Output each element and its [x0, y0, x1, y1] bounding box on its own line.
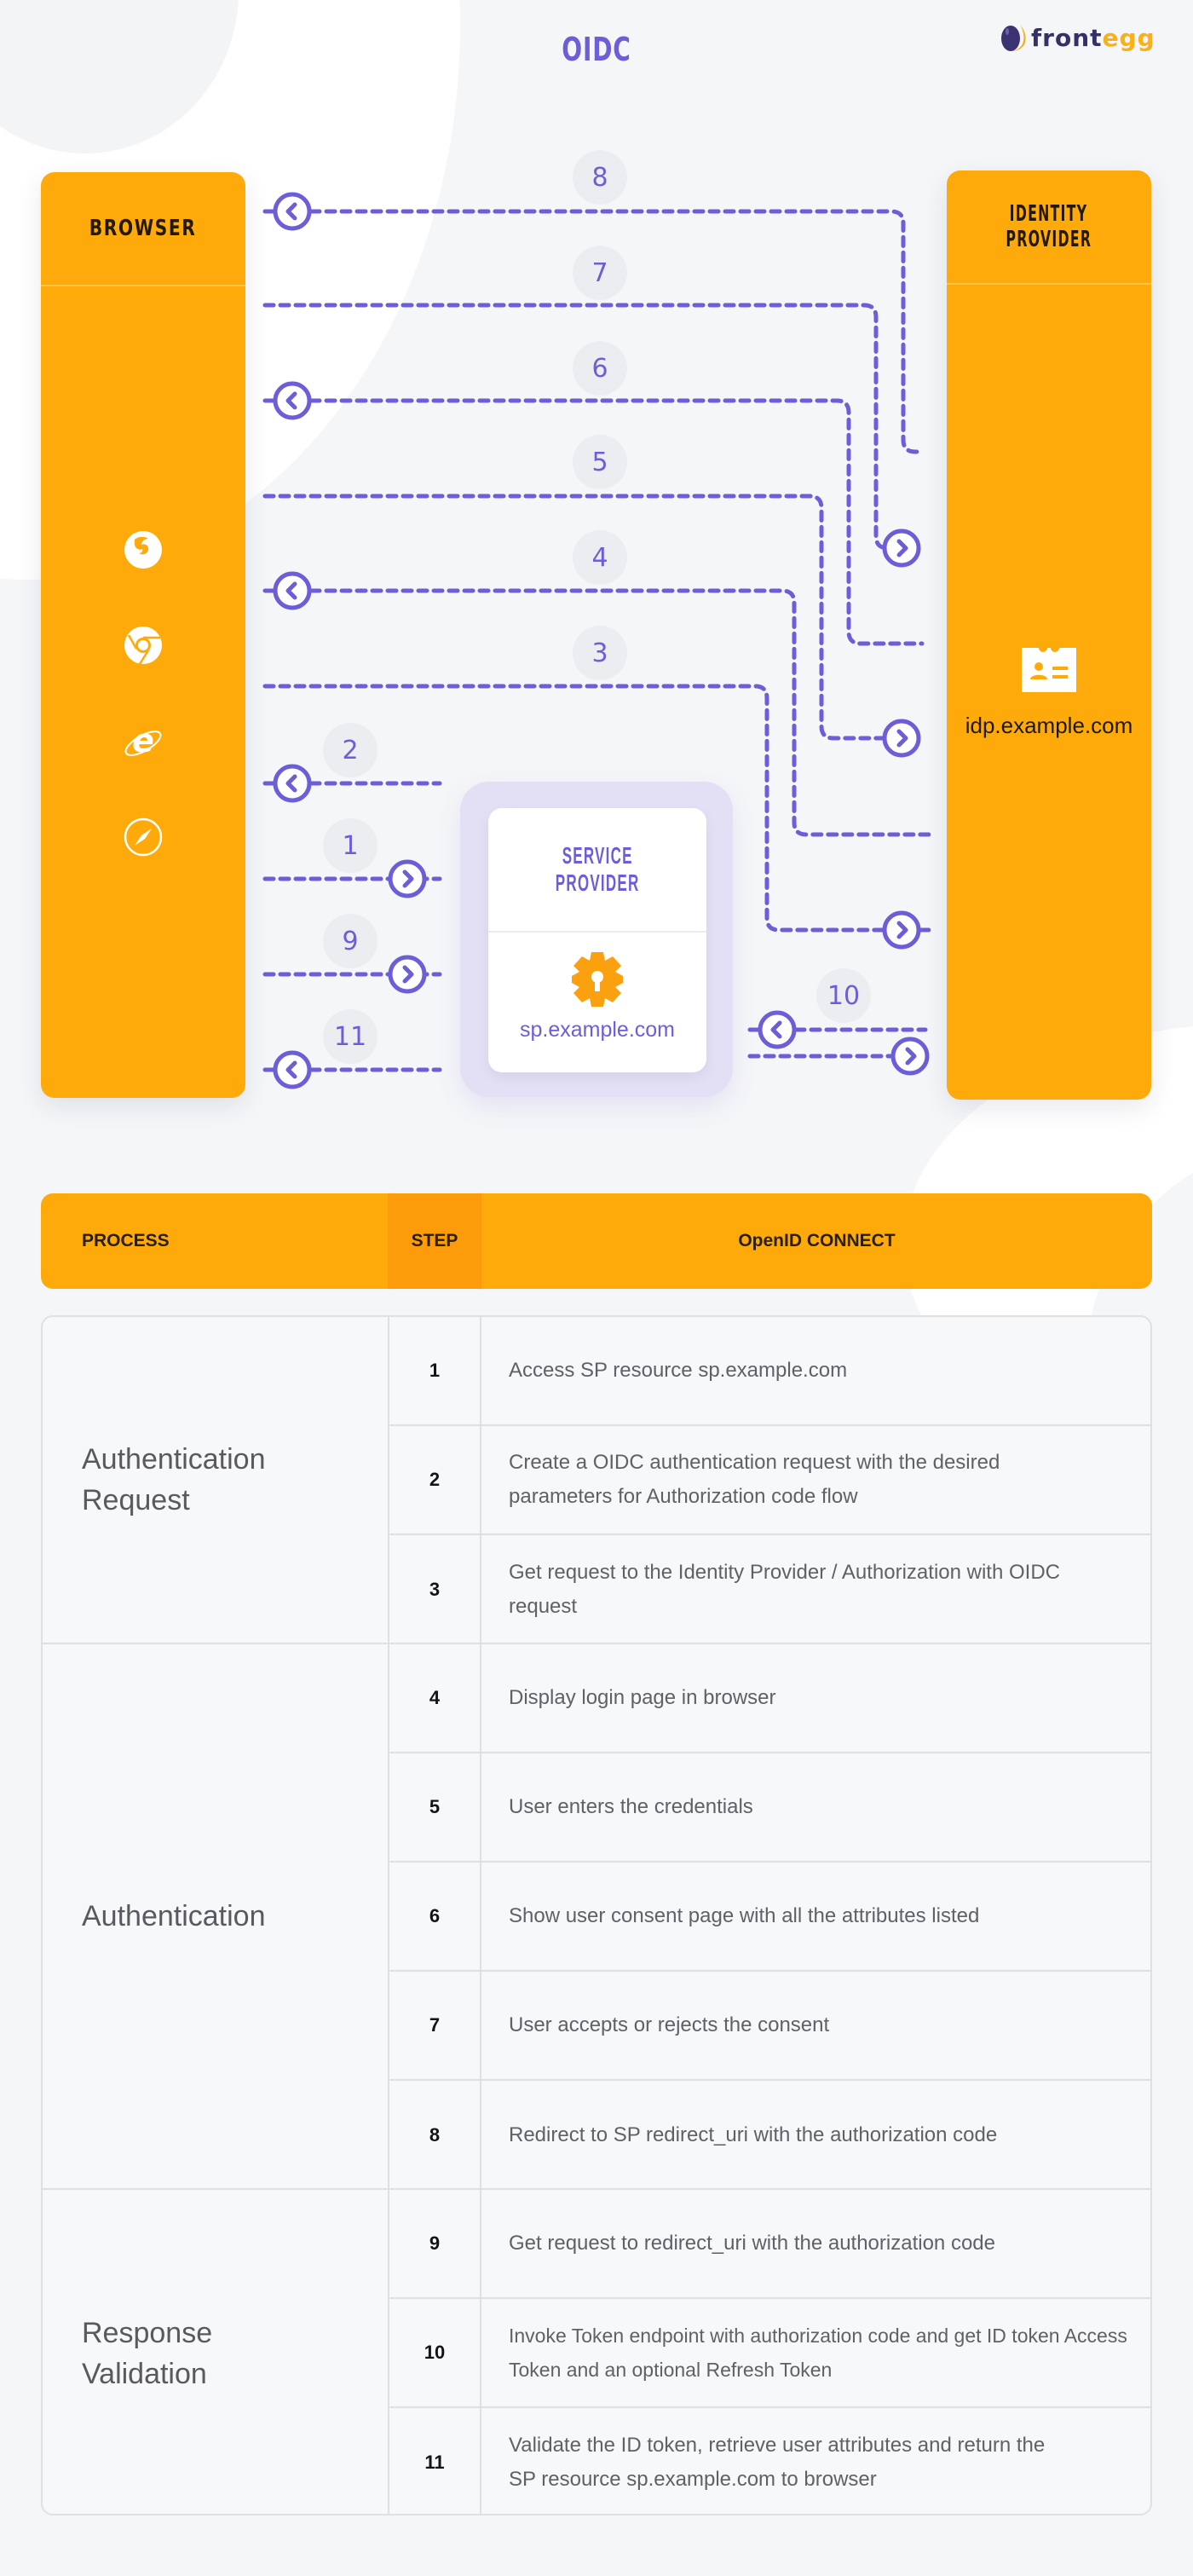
arrow-right-icon: [388, 859, 427, 898]
table-row: 6 Show user consent page with all the att…: [389, 1863, 1150, 1972]
browser-title: BROWSER: [41, 172, 245, 286]
step-number: 4: [389, 1644, 481, 1752]
step-badge: 7: [573, 245, 627, 300]
step-description: Create a OIDC authentication request wit…: [509, 1451, 1000, 1508]
step-description: Access SP resource sp.example.com: [509, 1359, 848, 1382]
step-badge: 9: [323, 914, 377, 968]
arrow-left-icon: [273, 764, 312, 803]
process-label: Response Validation: [82, 2317, 213, 2390]
table-row: 4 Display login page in browser: [389, 1644, 1150, 1753]
table-group: Authentication Request 1 Access SP resour…: [43, 1317, 1150, 1644]
step-description: Redirect to SP redirect_uri with the aut…: [509, 2123, 998, 2146]
chrome-icon: [124, 627, 162, 665]
step-number: 11: [389, 2408, 481, 2514]
process-table: Authentication Request 1 Access SP resour…: [41, 1315, 1152, 2515]
step-badge: 10: [816, 968, 871, 1023]
service-provider-card: SERVICE PROVIDER sp.example.com: [488, 808, 706, 1072]
table-row: 8 Redirect to SP redirect_uri with the au…: [389, 2081, 1150, 2190]
arrow-left-icon: [273, 1050, 312, 1089]
step-number: 10: [389, 2299, 481, 2406]
step-description: Get request to the Identity Provider / A…: [509, 1561, 1060, 1618]
step-number: 5: [389, 1753, 481, 1861]
step-description: User accepts or rejects the consent: [509, 2013, 830, 2036]
id-card-icon: [1022, 648, 1076, 692]
identity-provider-domain: idp.example.com: [965, 713, 1133, 738]
flow-line: [262, 303, 906, 551]
step-badge: 2: [323, 723, 377, 777]
step-description: Validate the ID token, retrieve user att…: [509, 2434, 1046, 2491]
header-process: PROCESS: [82, 1231, 170, 1250]
internet-explorer-icon: e: [124, 722, 162, 760]
step-description: Get request to redirect_uri with the aut…: [509, 2232, 995, 2255]
step-description: Display login page in browser: [509, 1686, 776, 1709]
arrow-left-icon: [273, 571, 312, 610]
safari-icon: [124, 817, 163, 857]
gear-keyhole-icon: [572, 952, 623, 1007]
table-row: 2 Create a OIDC authentication request wi…: [389, 1426, 1150, 1535]
arrow-left-icon: [758, 1010, 797, 1049]
service-provider-domain: sp.example.com: [519, 1018, 676, 1042]
table-row: 11 Validate the ID token, retrieve user a…: [389, 2408, 1150, 2514]
table-row: 1 Access SP resource sp.example.com: [389, 1317, 1150, 1426]
firefox-icon: [124, 531, 162, 569]
table-row: 7 User accepts or rejects the consent: [389, 1972, 1150, 2081]
arrow-left-icon: [273, 192, 312, 231]
step-badge: 8: [573, 150, 627, 205]
identity-provider-column: IDENTITY PROVIDER idp.example.com: [947, 170, 1151, 1100]
table-row: 5 User enters the credentials: [389, 1753, 1150, 1863]
identity-provider-title: IDENTITY PROVIDER: [947, 170, 1151, 285]
arrow-right-icon: [890, 1037, 930, 1076]
service-provider-title: SERVICE PROVIDER: [488, 808, 706, 933]
step-number: 2: [389, 1426, 481, 1533]
flow-line: [262, 494, 906, 741]
table-group: Authentication 4 Display login page in br…: [43, 1644, 1150, 2190]
table-group: Response Validation 9 Get request to redi…: [43, 2190, 1150, 2514]
step-number: 6: [389, 1863, 481, 1970]
arrow-right-icon: [882, 910, 921, 950]
step-badge: 3: [573, 626, 627, 680]
service-provider-box: SERVICE PROVIDER sp.example.com: [460, 782, 733, 1097]
table-row: 9 Get request to redirect_uri with the au…: [389, 2190, 1150, 2299]
step-badge: 4: [573, 530, 627, 585]
step-badge: 5: [573, 435, 627, 489]
step-number: 3: [389, 1535, 481, 1644]
arrow-right-icon: [388, 955, 427, 994]
table-row: 3 Get request to the Identity Provider / …: [389, 1535, 1150, 1644]
arrow-right-icon: [882, 719, 921, 758]
step-description: Show user consent page with all the attr…: [509, 1904, 980, 1927]
table-header: PROCESS STEP OpenID CONNECT: [41, 1193, 1152, 1289]
header-step: STEP: [388, 1193, 481, 1289]
browser-column: BROWSER e: [41, 172, 245, 1098]
step-number: 9: [389, 2190, 481, 2297]
table-row: 10 Invoke Token endpoint with authorizati…: [389, 2299, 1150, 2408]
step-description: User enters the credentials: [509, 1795, 753, 1818]
arrow-left-icon: [273, 381, 312, 420]
step-number: 7: [389, 1972, 481, 2079]
step-badge: 11: [323, 1009, 377, 1064]
header-openid-connect: OpenID CONNECT: [738, 1231, 896, 1250]
process-label: Authentication: [82, 1900, 266, 1932]
step-badge: 1: [323, 818, 377, 873]
arrow-right-icon: [882, 528, 921, 568]
process-label: Authentication Request: [82, 1443, 266, 1516]
step-description: Invoke Token endpoint with authorization…: [509, 2325, 1127, 2381]
step-badge: 6: [573, 341, 627, 396]
step-number: 8: [389, 2081, 481, 2190]
step-number: 1: [389, 1317, 481, 1424]
